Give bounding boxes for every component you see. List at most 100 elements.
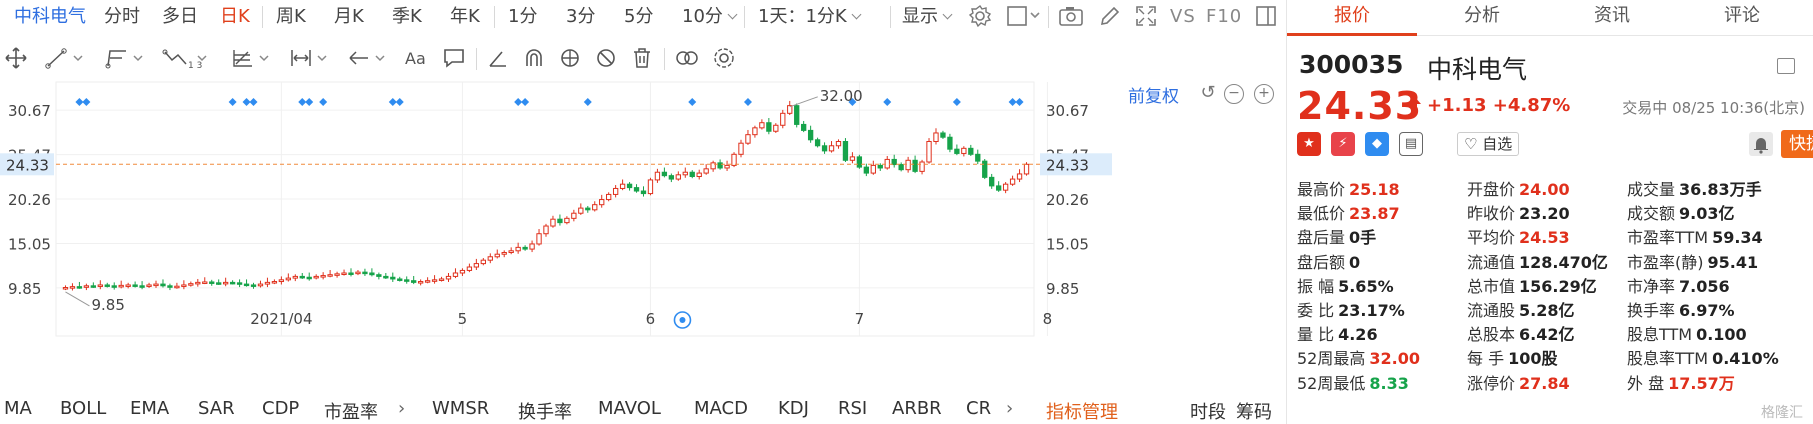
max-leader-line [789,96,818,108]
stat-label: 成交额 [1627,204,1676,224]
indicator-sar[interactable]: SAR [198,398,235,419]
candle-body [1009,178,1016,185]
hide-drawings-icon[interactable] [594,46,618,70]
watchlist-button[interactable]: ♡ 自选 [1457,132,1520,156]
trash-icon[interactable] [630,46,654,70]
stat-label: 流通值 [1467,252,1516,272]
wave-tool-icon[interactable]: 1 3 [162,46,210,70]
candle-body [794,105,800,125]
indicator-arbr[interactable]: ARBR [892,398,942,419]
vs-button[interactable]: VS [1170,4,1196,30]
indicator-ema[interactable]: EMA [130,398,169,419]
candle-body [132,284,138,287]
candle-body [633,187,640,192]
indicator-mavol[interactable]: MAVOL [598,398,661,419]
candle-body [271,281,278,284]
divider [744,6,745,28]
layout-select[interactable] [1006,4,1042,28]
indicator-boll[interactable]: BOLL [60,398,106,419]
tab-3min[interactable]: 3分 [566,4,595,30]
indicator-cdp[interactable]: CDP [262,398,299,419]
indicator-ma[interactable]: MA [4,398,32,419]
magnet-icon[interactable] [522,46,546,70]
tab-zhouk[interactable]: 周K [276,4,306,30]
candle-body [898,164,904,171]
chart-settings-icon[interactable] [712,46,736,70]
indicator-pe[interactable]: 市盈率 [324,398,378,424]
candle-body [229,281,236,285]
stat-value: 8.33 [1369,373,1409,393]
text-tool-icon[interactable]: Aa [404,46,430,70]
tab-rik[interactable]: 日K [220,4,250,30]
indicator-kdj[interactable]: KDJ [778,398,809,419]
arrow-tool-icon[interactable] [346,46,390,70]
candle-body [397,278,403,281]
multi-period-select[interactable]: 1天：1分K [758,4,862,30]
stat-label: 换手率 [1627,301,1676,320]
tab-1min[interactable]: 1分 [508,4,537,30]
quick-trade-button[interactable]: 快捷交易 [1781,130,1813,158]
tab-fenshi[interactable]: 分时 [104,4,140,30]
time-segment-button[interactable]: 时段 [1190,398,1226,424]
event-marker-icon [242,98,251,106]
candlestick-chart[interactable]: 30.6730.6725.4725.4720.2620.2615.0515.05… [0,80,1286,390]
note-icon[interactable]: ▤ [1399,132,1423,156]
candle-body [954,148,960,154]
tab-comments[interactable]: 评论 [1677,0,1807,36]
stock-name-tab[interactable]: 中科电气 [14,4,86,30]
menu-icon[interactable] [1777,58,1795,74]
indicator-macd[interactable]: MACD [694,398,748,419]
candle-body [501,252,507,255]
event-marker-icon [298,98,307,106]
channel-tool-icon[interactable] [104,46,148,70]
settings-gear-icon[interactable] [968,4,992,28]
fullscreen-icon[interactable] [1134,4,1158,28]
pencil-icon[interactable] [1098,4,1122,28]
stat-label: 昨收价 [1467,204,1516,224]
tab-5min[interactable]: 5分 [624,4,653,30]
indicator-turnover[interactable]: 换手率 [518,398,572,424]
indicator-cr[interactable]: CR [966,398,991,419]
fibonacci-tool-icon[interactable] [230,46,274,70]
camera-icon[interactable] [1058,4,1084,28]
crosshair-move-icon[interactable] [4,46,28,70]
tab-analysis[interactable]: 分析 [1417,0,1547,36]
stat-label: 最低价 [1297,204,1346,224]
tab-niank[interactable]: 年K [450,4,480,30]
indicator-rsi[interactable]: RSI [838,398,867,419]
candles-layer [56,98,1040,329]
indicator-manage-button[interactable]: 指标管理 [1046,398,1118,424]
candle-body [480,259,486,265]
range-tool-icon[interactable] [288,46,332,70]
display-dropdown[interactable]: 显示 [902,4,953,30]
visibility-icon[interactable] [558,46,582,70]
candle-body [390,276,396,280]
arrow-up-icon [1407,96,1421,114]
tab-yuek[interactable]: 月K [334,4,364,30]
chevron-right-icon[interactable]: › [1006,398,1013,419]
chip-distribution-button[interactable]: 筹码 [1236,398,1272,424]
line-tool-icon[interactable] [44,46,88,70]
tab-news[interactable]: 资讯 [1547,0,1677,36]
stat-value: 0.410% [1712,349,1779,369]
stat-value: 95.41 [1707,252,1759,272]
comment-tool-icon[interactable] [442,46,466,70]
f10-button[interactable]: F10 [1206,4,1242,30]
candle-body [411,280,417,283]
compare-icon[interactable] [674,46,700,70]
tab-10min[interactable]: 10分 [682,4,738,30]
candle-body [550,218,556,227]
candle-body [243,283,250,287]
stat-cell: 流通股 5.28亿 [1467,297,1575,321]
tab-jik[interactable]: 季K [392,4,422,30]
tab-duori[interactable]: 多日 [162,4,198,30]
event-marker-icon [395,98,404,106]
angle-tool-icon[interactable] [486,46,510,70]
bell-icon[interactable] [1749,132,1773,156]
chevron-right-icon[interactable]: › [398,398,405,419]
side-panel-icon[interactable] [1254,4,1278,28]
stat-cell: 换手率 6.97% [1627,297,1735,321]
tab-quote[interactable]: 报价 [1287,0,1417,36]
stat-label: 总市值 [1467,276,1516,296]
indicator-wmsr[interactable]: WMSR [432,398,489,419]
